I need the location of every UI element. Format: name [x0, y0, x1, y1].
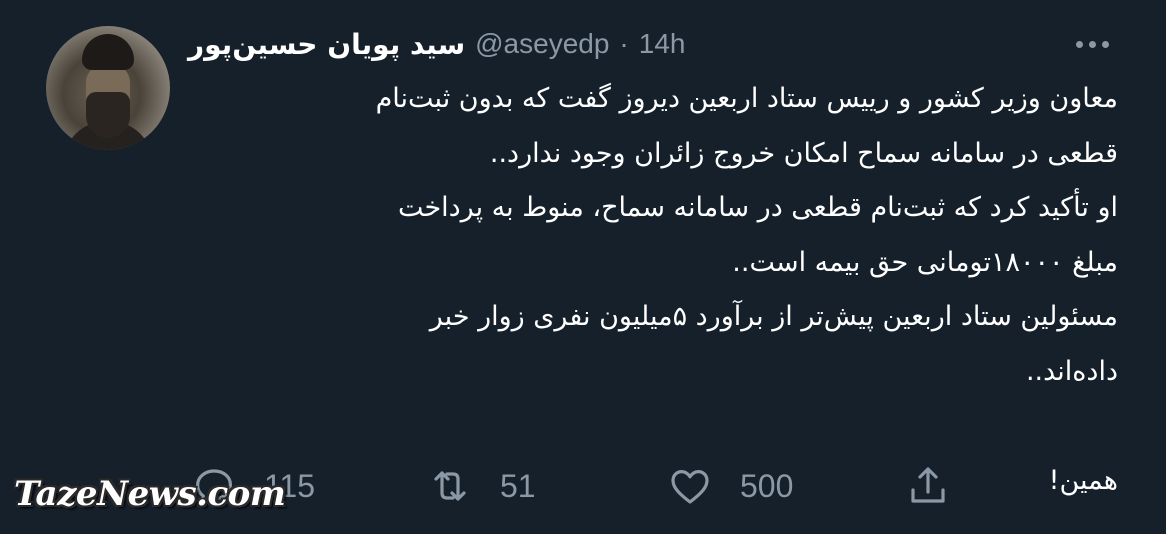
more-dot	[1088, 40, 1096, 48]
header-separator: ·	[619, 28, 629, 59]
retweet-icon	[434, 471, 466, 501]
tweet-text-line: مبلغ ۱۸۰۰۰تومانی حق بیمه است..	[732, 246, 1118, 278]
share-button[interactable]	[904, 456, 952, 516]
tweet-text-line: داده‌اند..	[1025, 355, 1118, 387]
like-button[interactable]: 500	[666, 456, 793, 516]
retweet-count: 51	[500, 467, 536, 504]
tweet-timestamp[interactable]: 14h	[639, 28, 686, 60]
tweet-text-line: او تأکید کرد که ثبت‌نام قطعی در سامانه س…	[397, 192, 1118, 223]
tweet-header: سید پویان حسین‌پور @aseyedp · 14h	[188, 22, 685, 66]
tweet-actions: 115 51 500	[0, 456, 1166, 516]
more-options-icon[interactable]	[1066, 30, 1118, 58]
like-count: 500	[740, 467, 794, 504]
share-icon	[911, 467, 945, 503]
tweet-text-line: معاون وزیر کشور و رییس ستاد اربعین دیروز…	[375, 83, 1118, 114]
author-handle[interactable]: @aseyedp	[475, 28, 609, 60]
tweet-text-line: مسئولین ستاد اربعین پیش‌تر از برآورد ۵می…	[429, 301, 1118, 332]
heart-icon	[671, 470, 709, 504]
retweet-button[interactable]: 51	[426, 456, 536, 516]
tweet-text-line	[188, 399, 1118, 454]
avatar-turban	[82, 34, 134, 70]
tweet-card: سید پویان حسین‌پور @aseyedp · 14h معاون …	[0, 0, 1166, 534]
more-dot	[1075, 40, 1083, 48]
reply-count: 115	[264, 467, 316, 504]
tweet-text: معاون وزیر کشور و رییس ستاد اربعین دیروز…	[188, 72, 1118, 508]
tweet-text-line: قطعی در سامانه سماح امکان خروج زائران وج…	[489, 137, 1118, 169]
avatar-beard	[86, 92, 130, 138]
reply-icon	[196, 469, 232, 504]
author-display-name[interactable]: سید پویان حسین‌پور	[188, 28, 465, 61]
avatar[interactable]	[46, 26, 170, 150]
more-dot	[1101, 40, 1109, 48]
reply-button[interactable]: 115	[190, 456, 315, 516]
